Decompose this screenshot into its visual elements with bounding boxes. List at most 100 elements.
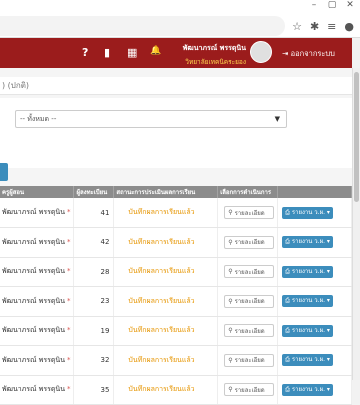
registered-count: 28 (73, 257, 115, 287)
browser-toolbar: ☆ ✱ ≡ ● (292, 20, 354, 33)
report-cell: ⎙ รายงาน ว.ผ. ▾ (277, 375, 352, 405)
report-button[interactable]: ⎙ รายงาน ว.ผ. ▾ (282, 265, 333, 278)
course-table: ครูผู้สอน ผู้ลงทะเบียน สถานะการประเมินผล… (0, 186, 352, 405)
detail-button[interactable]: ⚲ รายละเอียด (224, 383, 275, 397)
report-cell: ⎙ รายงาน ว.ผ. ▾ (277, 198, 352, 228)
top-navbar: ? ▮ ▦ 🔔 พัฒนาภรณ์ พรรดุนิน วิทยาลัยเทคนิ… (0, 38, 352, 68)
teacher-name: พัฒนาภรณ์ พรรดุนิน (2, 385, 65, 394)
teacher-cell: พัฒนาภรณ์ พรรดุนิน * (0, 227, 75, 258)
bell-icon[interactable]: 🔔 (150, 46, 161, 56)
filter-panel: -- ทั้งหมด -- ▼ (0, 98, 352, 168)
search-icon: ⚲ (228, 209, 233, 216)
extensions-icon[interactable]: ✱ (310, 20, 319, 33)
table-header: ครูผู้สอน ผู้ลงทะเบียน สถานะการประเมินผล… (0, 186, 352, 198)
teacher-name: พัฒนาภรณ์ พรรดุนิน (2, 326, 65, 335)
detail-button[interactable]: ⚲ รายละเอียด (224, 265, 275, 279)
book-icon[interactable]: ▮ (104, 46, 110, 59)
profile-icon[interactable]: ● (344, 20, 354, 33)
filter-select[interactable]: -- ทั้งหมด -- ▼ (15, 110, 287, 128)
avatar[interactable] (250, 41, 272, 63)
status-text: บันทึกผลการเรียนแล้ว (113, 227, 219, 258)
chevron-down-icon: ▼ (274, 115, 280, 123)
bookmark-star-icon[interactable]: ☆ (292, 20, 302, 33)
col-report (277, 186, 352, 198)
detail-label: รายละเอียด (234, 239, 265, 247)
report-label: รายงาน ว.ผ. (291, 297, 325, 305)
teacher-name: พัฒนาภรณ์ พรรดุนิน (2, 296, 65, 305)
window-controls: – ▢ ✕ (308, 0, 356, 10)
report-label: รายงาน ว.ผ. (291, 356, 325, 364)
help-icon[interactable]: ? (82, 46, 88, 59)
table-row: พัฒนาภรณ์ พรรดุนิน * 42 บันทึกผลการเรียนแล้… (0, 227, 352, 258)
registered-count: 42 (73, 227, 115, 258)
teacher-name: พัฒนาภรณ์ พรรดุนิน (2, 355, 65, 364)
required-star-icon: * (67, 296, 71, 305)
print-icon: ⎙ (285, 297, 292, 305)
teacher-cell: พัฒนาภรณ์ พรรดุนิน * (0, 286, 75, 317)
registered-count: 23 (73, 286, 115, 317)
page-title: ) (ปกติ) (0, 77, 352, 95)
scrollbar-thumb[interactable] (354, 72, 359, 202)
table-row: พัฒนาภรณ์ พรรดุนิน * 32 บันทึกผลการเรียนแล้… (0, 345, 352, 376)
minimize-icon[interactable]: – (308, 0, 320, 10)
calendar-icon[interactable]: ▦ (127, 46, 137, 59)
status-text: บันทึกผลการเรียนแล้ว (113, 286, 219, 317)
detail-button[interactable]: ⚲ รายละเอียด (224, 324, 275, 338)
detail-button[interactable]: ⚲ รายละเอียด (224, 353, 275, 367)
detail-label: รายละเอียด (234, 357, 265, 365)
report-label: รายงาน ว.ผ. (291, 326, 325, 334)
registered-count: 35 (73, 375, 115, 405)
print-icon: ⎙ (285, 326, 292, 334)
registered-count: 32 (73, 345, 115, 376)
required-star-icon: * (67, 237, 71, 246)
report-button[interactable]: ⎙ รายงาน ว.ผ. ▾ (282, 324, 333, 337)
search-icon: ⚲ (228, 356, 233, 364)
report-label: รายงาน ว.ผ. (291, 208, 325, 216)
table-row: พัฒนาภรณ์ พรรดุนิน * 19 บันทึกผลการเรียนแล้… (0, 316, 352, 346)
detail-label: รายละเอียด (234, 386, 265, 394)
required-star-icon: * (67, 326, 71, 335)
logout-icon: ⇥ (282, 49, 291, 58)
report-cell: ⎙ รายงาน ว.ผ. ▾ (277, 227, 352, 258)
detail-button[interactable]: ⚲ รายละเอียด (224, 294, 275, 308)
col-action: เลือกการดำเนินการ (217, 186, 279, 198)
report-button[interactable]: ⎙ รายงาน ว.ผ. ▾ (282, 236, 333, 249)
report-button[interactable]: ⎙ รายงาน ว.ผ. ▾ (282, 206, 333, 219)
search-icon: ⚲ (228, 238, 233, 246)
print-icon: ⎙ (285, 208, 292, 216)
address-bar[interactable] (0, 16, 285, 36)
report-button[interactable]: ⎙ รายงาน ว.ผ. ▾ (282, 354, 333, 367)
status-text: บันทึกผลการเรียนแล้ว (113, 345, 219, 376)
print-icon: ⎙ (285, 238, 292, 246)
maximize-icon[interactable]: ▢ (326, 0, 338, 10)
action-cell: ⚲ รายละเอียด (217, 375, 279, 405)
action-cell: ⚲ รายละเอียด (217, 227, 279, 258)
close-icon[interactable]: ✕ (344, 0, 356, 10)
report-cell: ⎙ รายงาน ว.ผ. ▾ (277, 316, 352, 346)
caret-down-icon: ▾ (325, 208, 330, 216)
registered-count: 19 (73, 316, 115, 346)
registered-count: 41 (73, 198, 115, 228)
action-cell: ⚲ รายละเอียด (217, 345, 279, 376)
user-info[interactable]: พัฒนาภรณ์ พรรดุนิน วิทยาลัยเทคนิคระยอง (174, 43, 246, 67)
report-button[interactable]: ⎙ รายงาน ว.ผ. ▾ (282, 383, 333, 396)
detail-button[interactable]: ⚲ รายละเอียด (224, 206, 275, 219)
action-cell: ⚲ รายละเอียด (217, 198, 279, 228)
logout-label: ออกจากระบบ (290, 49, 335, 58)
table-row: พัฒนาภรณ์ พรรดุนิน * 28 บันทึกผลการเรียนแล้… (0, 257, 352, 287)
action-button[interactable] (0, 163, 8, 181)
required-star-icon: * (67, 208, 71, 216)
report-label: รายงาน ว.ผ. (291, 267, 325, 275)
report-label: รายงาน ว.ผ. (291, 385, 325, 393)
search-icon: ⚲ (228, 386, 233, 394)
col-registered: ผู้ลงทะเบียน (73, 186, 115, 198)
teacher-cell: พัฒนาภรณ์ พรรดุนิน * (0, 316, 75, 346)
required-star-icon: * (67, 355, 71, 364)
caret-down-icon: ▾ (325, 267, 330, 275)
detail-button[interactable]: ⚲ รายละเอียด (224, 235, 275, 249)
menu-icon[interactable]: ≡ (327, 20, 336, 33)
report-button[interactable]: ⎙ รายงาน ว.ผ. ▾ (282, 295, 333, 308)
required-star-icon: * (67, 385, 71, 394)
logout-button[interactable]: ⇥ ออกจากระบบ (282, 48, 335, 60)
page-scrollbar[interactable] (352, 68, 360, 380)
